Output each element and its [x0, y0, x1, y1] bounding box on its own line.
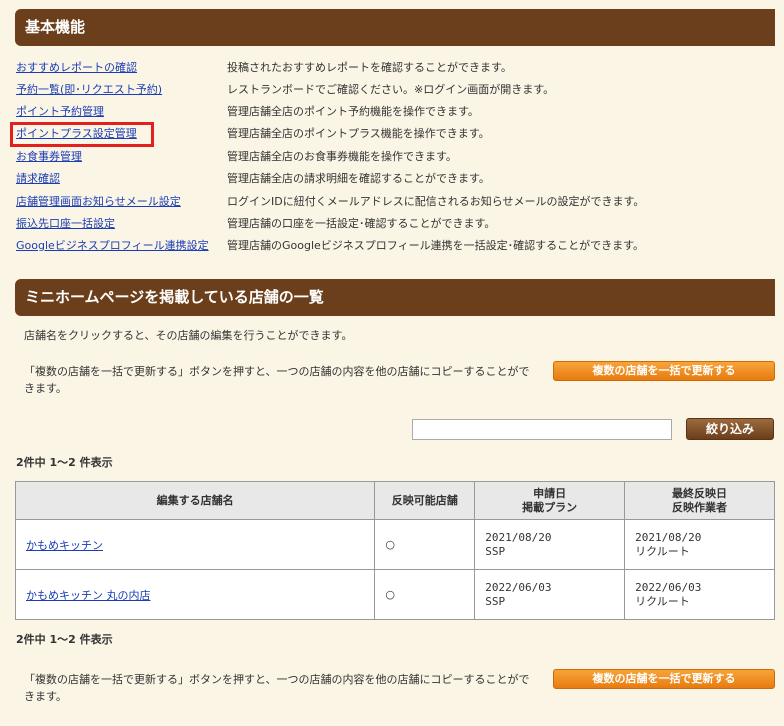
bulk-description-line: きます。 [24, 382, 67, 395]
header-line: 申請日 [533, 486, 567, 500]
column-header-last-reflected: 最終反映日 反映作業者 [624, 481, 775, 520]
bulk-update-button[interactable]: 複数の店舗を一括で更新する [553, 669, 775, 689]
function-description: 管理店舗全店のポイントプラス機能を操作できます。 [227, 127, 490, 140]
table-row: かもめキッチン 丸の内店 ○ 2022/06/03 SSP 2022/06/03… [14, 569, 775, 620]
header-line: 最終反映日 [672, 486, 728, 500]
function-description: 管理店舗全店のお食事券機能を操作できます。 [227, 150, 457, 163]
applied-cell: 2022/06/03 SSP [474, 569, 626, 620]
basic-functions-header: 基本機能 [15, 9, 775, 46]
function-description: 投稿されたおすすめレポートを確認することができます。 [227, 61, 512, 74]
notification-mail-link[interactable]: 店舗管理画面お知らせメール設定 [16, 192, 181, 212]
last-reflected-cell: 2022/06/03 リクルート [624, 569, 775, 620]
search-input[interactable] [412, 419, 672, 440]
table-row: かもめキッチン ○ 2021/08/20 SSP 2021/08/20 リクルー… [14, 519, 775, 570]
bulk-description: 「複数の店舗を一括で更新する」ボタンを押すと、一つの店舗の内容を他の店舗にコピー… [24, 671, 544, 705]
store-name-cell: かもめキッチン 丸の内店 [14, 569, 376, 620]
function-description: ログインIDに紐付くメールアドレスに配信されるお知らせメールの設定ができます。 [227, 195, 645, 208]
point-reservation-link[interactable]: ポイント予約管理 [16, 102, 104, 122]
bulk-description-line: 「複数の店舗を一括で更新する」ボタンを押すと、一つの店舗の内容を他の店舗にコピー… [24, 365, 530, 378]
table-header-row: 編集する店舗名 反映可能店舗 申請日 掲載プラン 最終反映日 反映作業者 [14, 481, 775, 520]
column-header-store-name: 編集する店舗名 [14, 481, 376, 520]
billing-link[interactable]: 請求確認 [16, 169, 60, 189]
applied-cell: 2021/08/20 SSP [474, 519, 626, 570]
recommended-report-link[interactable]: おすすめレポートの確認 [16, 58, 137, 78]
bulk-description-line: 「複数の店舗を一括で更新する」ボタンを押すと、一つの店舗の内容を他の店舗にコピー… [24, 673, 530, 686]
google-profile-link[interactable]: Googleビジネスプロフィール連携設定 [16, 236, 209, 256]
highlight-box [10, 122, 154, 147]
plan: SSP [485, 594, 506, 608]
reservation-list-link[interactable]: 予約一覧(即･リクエスト予約) [16, 80, 162, 100]
reflect-mark: ○ [374, 519, 476, 570]
function-description: 管理店舗の口座を一括設定･確認することができます。 [227, 217, 496, 230]
intro-text: 店舗名をクリックすると、その店舗の編集を行うことができます。 [24, 329, 353, 342]
header-line: 反映作業者 [672, 500, 728, 514]
bulk-description: 「複数の店舗を一括で更新する」ボタンを押すと、一つの店舗の内容を他の店舗にコピー… [24, 363, 544, 397]
last-date: 2021/08/20 [635, 530, 702, 544]
result-count: 2件中 1〜2 件表示 [16, 633, 113, 646]
function-description: 管理店舗全店の請求明細を確認することができます。 [227, 172, 490, 185]
worker: リクルート [635, 594, 690, 608]
function-description: 管理店舗のGoogleビジネスプロフィール連携を一括設定･確認することができます… [227, 239, 644, 252]
filter-button[interactable]: 絞り込み [686, 418, 774, 440]
store-table: 編集する店舗名 反映可能店舗 申請日 掲載プラン 最終反映日 反映作業者 かもめ… [14, 481, 775, 620]
function-description: 管理店舗全店のポイント予約機能を操作できます。 [227, 105, 479, 118]
store-name-link[interactable]: かもめキッチン 丸の内店 [26, 589, 151, 602]
applied-date: 2022/06/03 [485, 580, 552, 594]
worker: リクルート [635, 544, 690, 558]
result-count: 2件中 1〜2 件表示 [16, 456, 113, 469]
plan: SSP [485, 544, 506, 558]
column-header-applied: 申請日 掲載プラン [474, 481, 626, 520]
last-reflected-cell: 2021/08/20 リクルート [624, 519, 775, 570]
applied-date: 2021/08/20 [485, 530, 552, 544]
column-header-reflect: 反映可能店舗 [374, 481, 476, 520]
store-name-cell: かもめキッチン [14, 519, 376, 570]
store-list-header: ミニホームページを掲載している店舗の一覧 [15, 279, 775, 316]
store-name-link[interactable]: かもめキッチン [26, 539, 103, 552]
reflect-mark: ○ [374, 569, 476, 620]
last-date: 2022/06/03 [635, 580, 702, 594]
bulk-description-line: きます。 [24, 690, 67, 703]
meal-ticket-link[interactable]: お食事券管理 [16, 147, 82, 167]
bulk-update-button[interactable]: 複数の店舗を一括で更新する [553, 361, 775, 381]
header-line: 掲載プラン [522, 500, 578, 514]
bank-account-link[interactable]: 振込先口座一括設定 [16, 214, 115, 234]
function-description: レストランボードでご確認ください。※ログイン画面が開きます。 [227, 83, 555, 96]
